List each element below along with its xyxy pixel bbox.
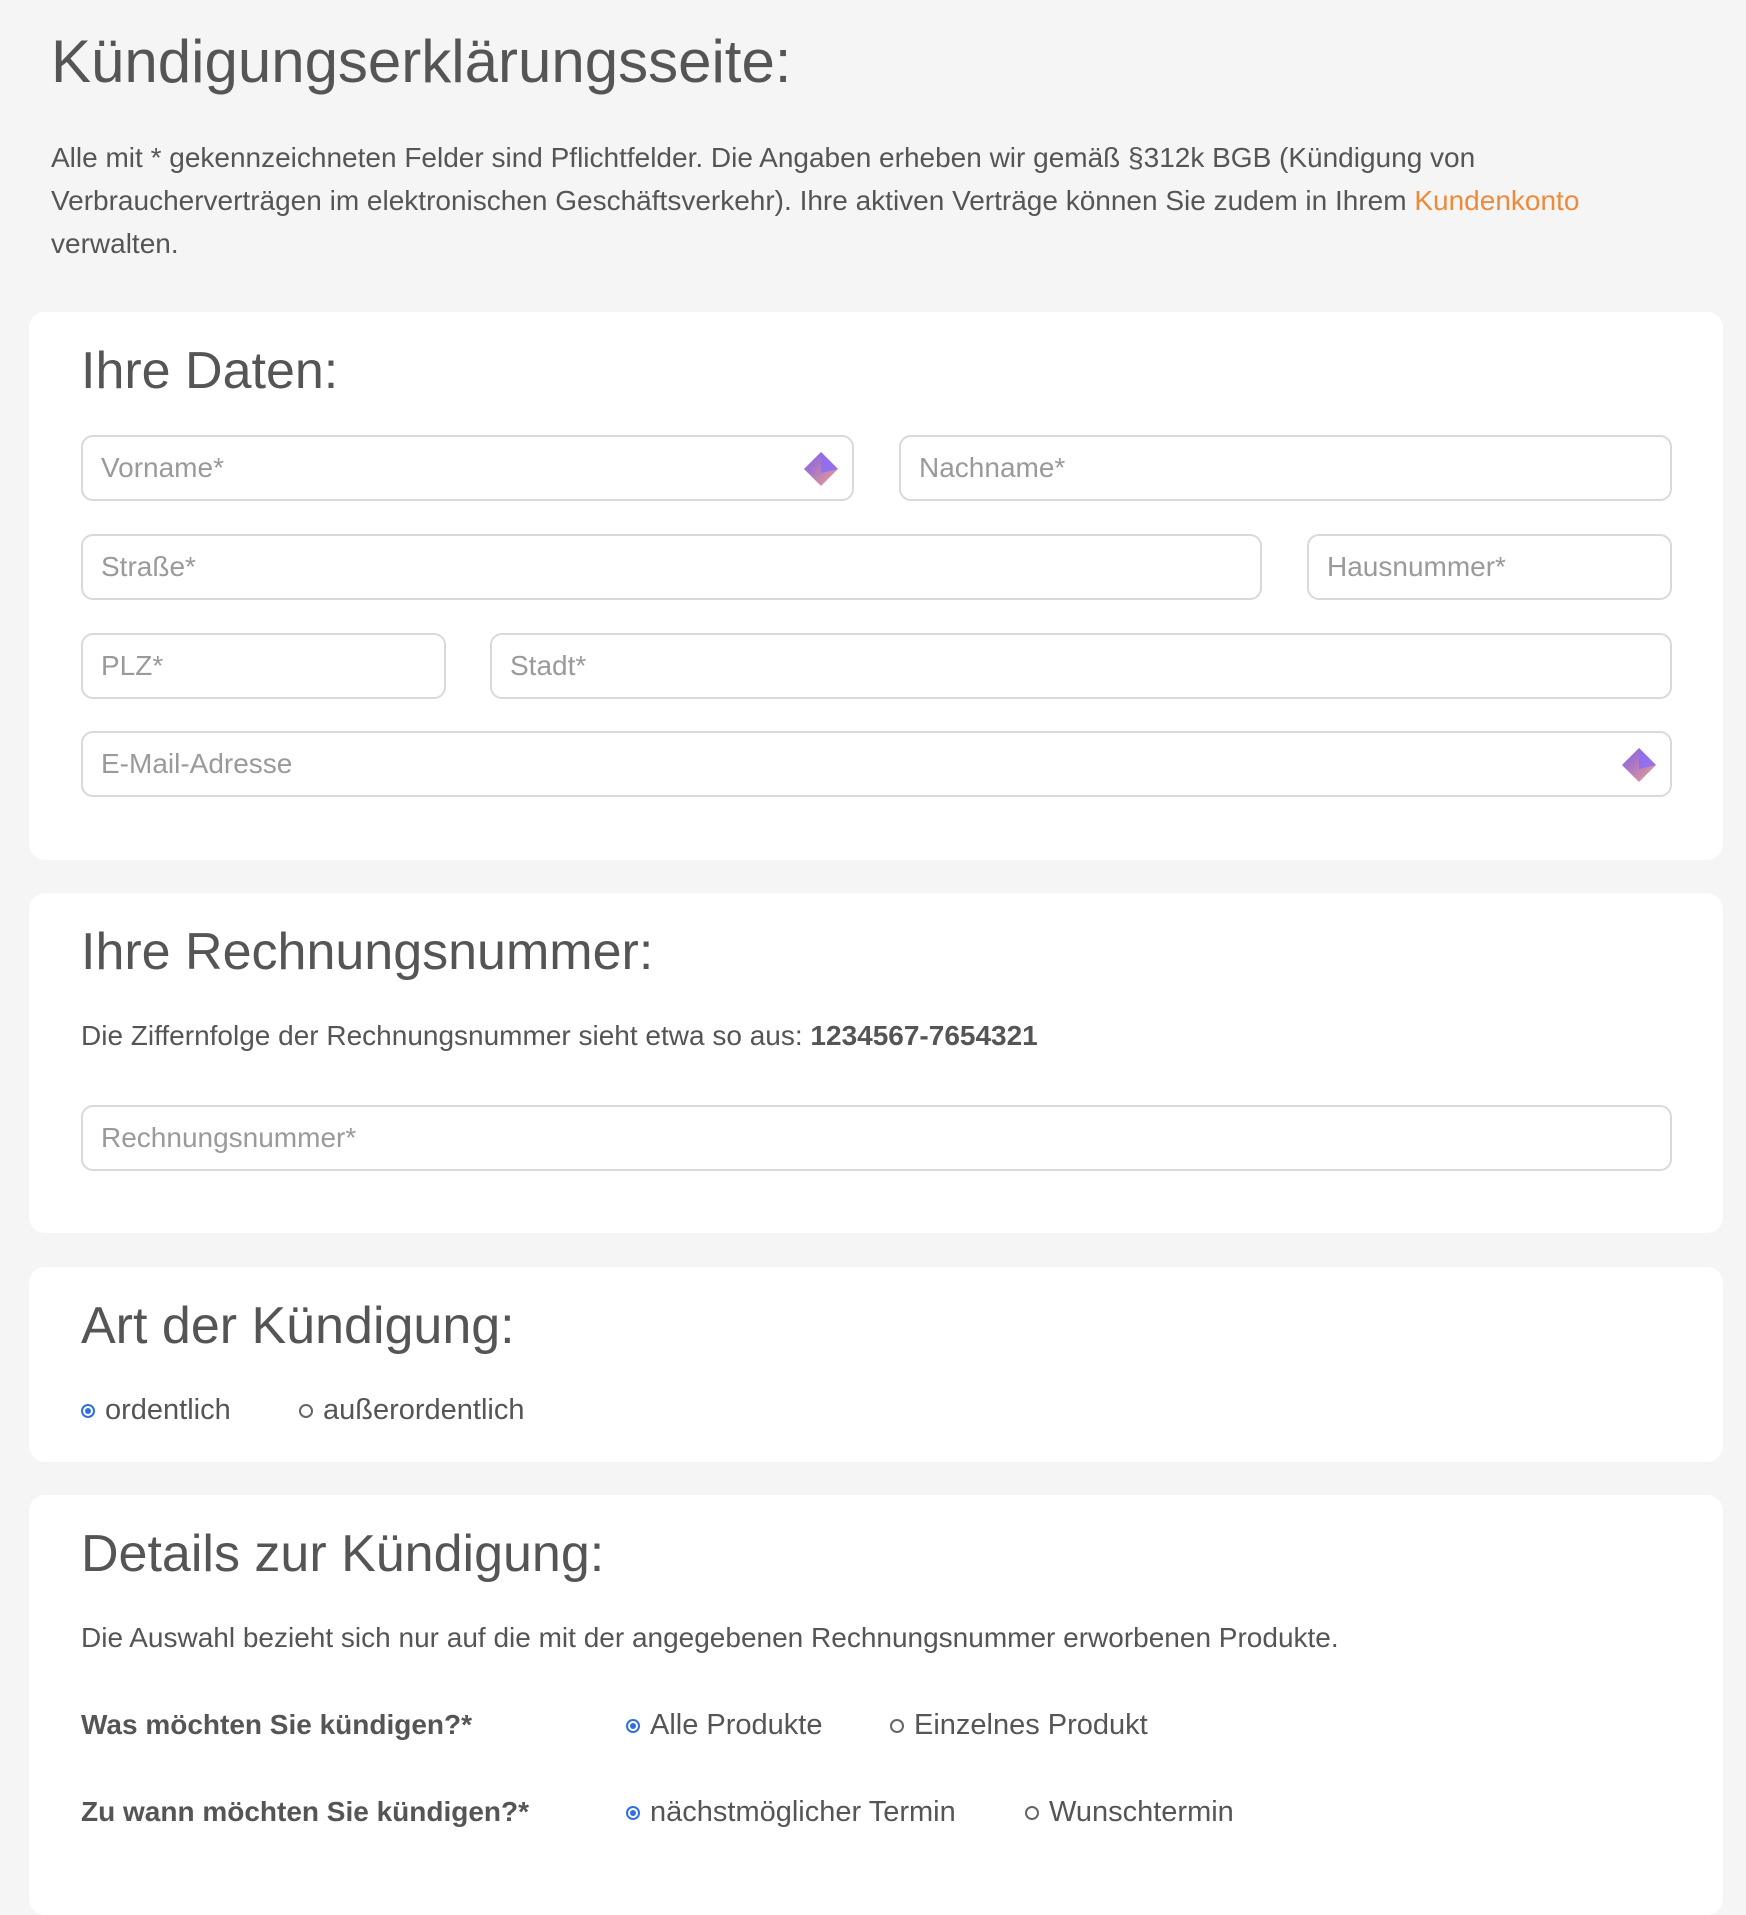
autofill-gem-icon[interactable] [803,451,839,487]
cancellation-type-card: Art der Kündigung: ordentlich außerorden… [29,1267,1723,1462]
radio-extraordinary-label: außerordentlich [323,1394,525,1426]
last-name-input[interactable] [901,437,1670,499]
radio-checked-icon[interactable] [81,1403,95,1418]
radio-preferred-date[interactable]: Wunschtermin [1025,1796,1234,1829]
email-field[interactable] [81,731,1672,797]
cancellation-details-card: Details zur Kündigung: Die Auswahl bezie… [29,1495,1723,1915]
radio-unchecked-icon[interactable] [890,1718,904,1733]
personal-data-card: Ihre Daten: [29,312,1723,860]
first-name-field[interactable] [81,435,854,501]
radio-next-possible-date[interactable]: nächstmöglicher Termin [626,1796,956,1829]
radio-ordinary-label: ordentlich [105,1394,231,1426]
radio-unchecked-icon[interactable] [299,1403,313,1418]
when-to-cancel-label: Zu wann möchten Sie kündigen?* [81,1796,530,1827]
cancellation-details-title: Details zur Kündigung: [81,1525,605,1583]
customer-account-link[interactable]: Kundenkonto [1414,185,1579,216]
zip-input[interactable] [83,635,444,697]
last-name-field[interactable] [899,435,1672,501]
radio-next-possible-date-label: nächstmöglicher Termin [650,1796,956,1828]
radio-single-product[interactable]: Einzelnes Produkt [890,1709,1148,1742]
city-input[interactable] [492,635,1670,697]
city-field[interactable] [490,633,1672,699]
email-input[interactable] [83,733,1670,795]
autofill-gem-icon[interactable] [1621,747,1657,783]
radio-single-product-label: Einzelnes Produkt [914,1709,1148,1741]
radio-extraordinary[interactable]: außerordentlich [299,1394,525,1427]
invoice-hint: Die Ziffernfolge der Rechnungsnummer sie… [81,1018,1038,1054]
radio-unchecked-icon[interactable] [1025,1805,1039,1820]
radio-checked-icon[interactable] [626,1805,640,1820]
street-field[interactable] [81,534,1262,600]
invoice-number-field[interactable] [81,1105,1672,1171]
cancellation-type-title: Art der Kündigung: [81,1297,515,1355]
personal-data-title: Ihre Daten: [81,342,339,400]
radio-checked-icon[interactable] [626,1718,640,1733]
radio-all-products[interactable]: Alle Produkte [626,1709,823,1742]
radio-preferred-date-label: Wunschtermin [1049,1796,1234,1828]
invoice-example: 1234567-7654321 [810,1020,1038,1051]
intro-text: Alle mit * gekennzeichneten Felder sind … [51,136,1691,265]
house-number-field[interactable] [1307,534,1672,600]
zip-field[interactable] [81,633,446,699]
house-number-input[interactable] [1309,536,1670,598]
invoice-title: Ihre Rechnungsnummer: [81,923,654,981]
first-name-input[interactable] [83,437,852,499]
cancellation-details-hint: Die Auswahl bezieht sich nur auf die mit… [81,1622,1339,1653]
invoice-number-input[interactable] [83,1107,1670,1169]
radio-all-products-label: Alle Produkte [650,1709,823,1741]
intro-text-part: verwalten. [51,228,179,259]
radio-ordinary[interactable]: ordentlich [81,1394,231,1427]
page-title: Kündigungserklärungsseite: [51,28,792,95]
invoice-card: Ihre Rechnungsnummer: Die Ziffernfolge d… [29,893,1723,1233]
what-to-cancel-label: Was möchten Sie kündigen?* [81,1709,473,1740]
intro-text-part: Alle mit * gekennzeichneten Felder sind … [51,142,1476,216]
invoice-hint-text: Die Ziffernfolge der Rechnungsnummer sie… [81,1020,811,1051]
street-input[interactable] [83,536,1260,598]
